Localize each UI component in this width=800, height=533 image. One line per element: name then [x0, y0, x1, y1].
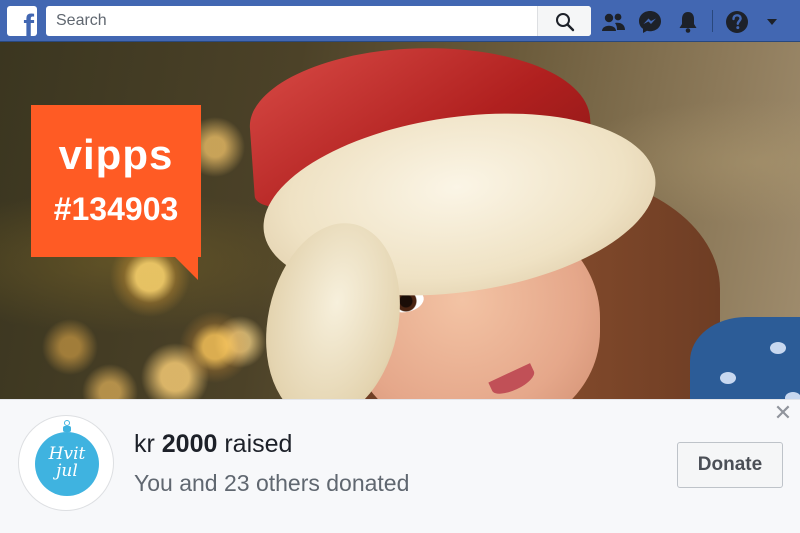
donors-summary: You and 23 others donated — [134, 470, 410, 496]
notifications-icon[interactable] — [675, 9, 701, 35]
fundraiser-cover-photo: vipps #134903 — [0, 42, 800, 399]
facebook-logo-letter: f — [23, 8, 34, 36]
close-icon[interactable]: ✕ — [772, 402, 794, 424]
help-icon[interactable] — [724, 9, 750, 35]
search-button[interactable] — [537, 6, 591, 36]
search-icon — [556, 13, 575, 32]
child-shirt — [690, 317, 800, 399]
raised-suffix: raised — [217, 430, 293, 458]
friends-icon[interactable] — [600, 9, 626, 35]
top-navigation-bar: f — [0, 0, 800, 42]
vipps-badge-tail — [170, 252, 198, 280]
toolbar-separator — [712, 10, 713, 32]
vipps-logo: vipps — [58, 131, 174, 178]
currency-prefix: kr — [134, 430, 162, 458]
search-box — [46, 6, 591, 36]
fundraiser-avatar[interactable]: Hvit jul — [18, 415, 114, 511]
amount-raised: kr 2000 raised — [134, 429, 292, 459]
facebook-logo[interactable]: f — [7, 6, 37, 36]
vipps-badge: vipps #134903 — [31, 105, 201, 257]
vipps-number: #134903 — [53, 191, 179, 227]
search-input[interactable] — [46, 6, 536, 36]
christmas-ornament-icon: Hvit jul — [35, 432, 99, 496]
dropdown-icon[interactable] — [764, 14, 780, 30]
raised-amount: 2000 — [161, 430, 218, 458]
avatar-text-line2: jul — [56, 461, 78, 481]
donate-button[interactable]: Donate — [677, 442, 783, 488]
messenger-icon[interactable] — [637, 9, 663, 35]
